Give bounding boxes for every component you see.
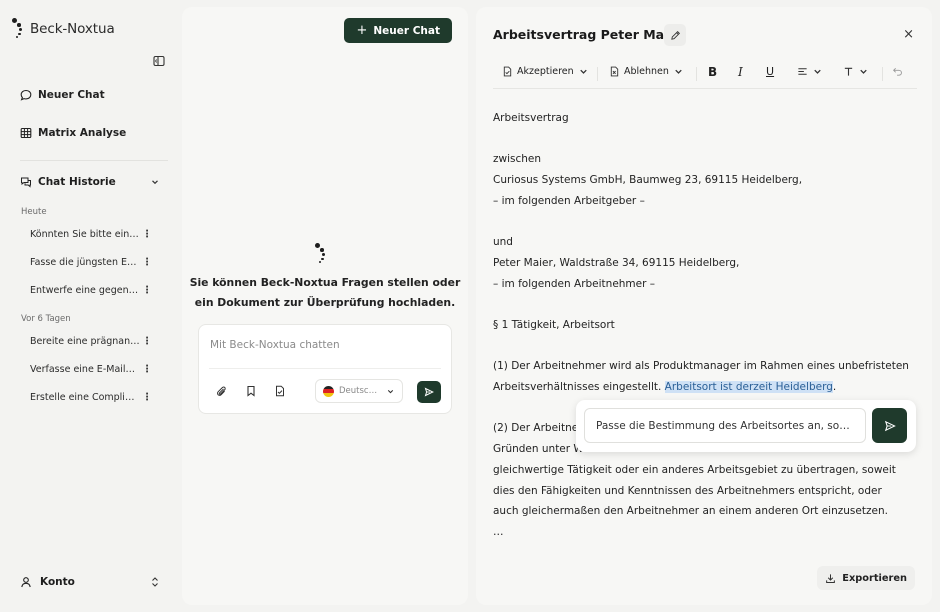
doc-line: (1) Der Arbeitnehmer wird als Produktman… <box>493 360 909 373</box>
document-body[interactable]: Arbeitsvertrag zwischen Curiosus Systems… <box>493 108 917 543</box>
inline-edit-popup <box>576 400 916 452</box>
highlighted-selection[interactable]: Arbeitsort ist derzeit Heidelberg <box>664 381 833 394</box>
language-select[interactable]: Deutsc… <box>315 379 403 403</box>
history-item[interactable]: Verfasse eine E-Mail… ⋮ <box>30 364 152 375</box>
chevron-down-icon <box>579 69 587 74</box>
account-label: Konto <box>40 576 75 588</box>
document-x-icon <box>610 66 619 77</box>
doc-line: dies den Fähigkeiten und Kenntnissen des… <box>493 484 882 497</box>
history-item[interactable]: Erstelle eine Compli… ⋮ <box>30 392 152 403</box>
document-check-icon <box>503 66 512 77</box>
document-panel: Arbeitsvertrag Peter Maier × Akzeptieren… <box>476 7 932 605</box>
chat-history-icon <box>21 177 31 188</box>
german-flag-icon <box>323 385 334 397</box>
new-chat-button[interactable]: + Neuer Chat <box>344 18 452 43</box>
chat-history-toggle[interactable]: Chat Historie <box>20 176 160 188</box>
italic-icon[interactable]: I <box>738 65 743 79</box>
empty-state-text: Sie können Beck-Noxtua Fragen stellen od… <box>189 276 461 309</box>
kebab-menu-icon[interactable]: ⋮ <box>142 336 152 347</box>
account-menu[interactable]: Konto <box>20 576 160 588</box>
doc-line: Arbeitsvertrag <box>493 112 569 124</box>
edit-title-button[interactable] <box>664 24 686 46</box>
send-button[interactable] <box>417 381 441 403</box>
doc-line: … <box>493 525 504 538</box>
history-group-label: Vor 6 Tagen <box>21 314 71 324</box>
edit-instruction-input[interactable] <box>584 408 866 443</box>
download-icon <box>826 573 836 583</box>
toolbar-divider <box>597 67 598 81</box>
doc-line: gleichwertige Tätigkeit oder ein anderes… <box>493 463 896 476</box>
underline-icon[interactable]: U <box>766 65 774 78</box>
text-type-icon <box>844 67 853 76</box>
kebab-menu-icon[interactable]: ⋮ <box>142 257 152 268</box>
app-name: Beck-Noxtua <box>30 21 115 37</box>
send-icon <box>884 420 896 431</box>
sidebar-item-new-chat[interactable]: Neuer Chat <box>20 89 105 101</box>
doc-line: und <box>493 236 513 249</box>
sidebar-collapse-icon[interactable] <box>153 55 165 67</box>
chat-panel: + Neuer Chat Sie können Beck-Noxtua Frag… <box>182 7 468 605</box>
editor-toolbar: Akzeptieren Ablehnen B I U <box>493 59 917 89</box>
kebab-menu-icon[interactable]: ⋮ <box>142 364 152 375</box>
chevron-down-icon <box>860 69 867 74</box>
chevron-down-icon <box>152 180 158 185</box>
reject-button[interactable]: Ablehnen <box>609 66 684 77</box>
sidebar-divider <box>20 160 168 161</box>
user-icon <box>21 577 31 588</box>
app-logo[interactable]: Beck-Noxtua <box>12 16 115 42</box>
history-item[interactable]: Könnten Sie bitte ein… ⋮ <box>30 229 152 240</box>
chat-input[interactable] <box>210 339 440 351</box>
document-title: Arbeitsvertrag Peter Maier <box>493 27 684 42</box>
history-group-label: Heute <box>21 207 47 217</box>
document-check-icon[interactable] <box>274 385 286 397</box>
doc-line: § 1 Tätigkeit, Arbeitsort <box>493 318 615 331</box>
chat-composer: Deutsc… <box>198 324 452 414</box>
align-dropdown[interactable] <box>797 66 823 77</box>
close-icon[interactable]: × <box>903 28 914 41</box>
history-item[interactable]: Fasse die jüngsten E… ⋮ <box>30 257 152 268</box>
chevron-down-icon <box>387 389 394 393</box>
sidebar-item-label: Neuer Chat <box>38 89 105 101</box>
doc-line: – im folgenden Arbeitnehmer – <box>493 277 656 290</box>
bookmark-icon[interactable] <box>245 385 257 397</box>
doc-line: Arbeitsverhältnisses eingestellt. Arbeit… <box>493 381 837 394</box>
paperclip-icon[interactable] <box>215 385 227 397</box>
logo-icon <box>12 16 26 42</box>
history-item[interactable]: Bereite eine prägnan… ⋮ <box>30 336 152 347</box>
logo-icon <box>315 241 329 267</box>
accept-button[interactable]: Akzeptieren <box>502 66 589 77</box>
undo-icon <box>893 67 902 76</box>
toolbar-divider <box>882 67 883 81</box>
text-style-dropdown[interactable] <box>843 66 869 77</box>
doc-line: – im folgenden Arbeitgeber – <box>493 194 645 207</box>
chat-bubble-icon <box>20 89 32 101</box>
align-left-icon <box>798 68 807 75</box>
popup-send-button[interactable] <box>872 408 907 443</box>
undo-button[interactable] <box>892 66 903 77</box>
sidebar: Beck-Noxtua Neuer Chat Matrix Analyse Ch… <box>0 0 176 612</box>
pencil-icon <box>670 30 680 40</box>
doc-line: Peter Maier, Waldstraße 34, 69115 Heidel… <box>493 256 740 269</box>
bold-icon[interactable]: B <box>708 65 717 79</box>
history-item[interactable]: Entwerfe eine gegen… ⋮ <box>30 285 152 296</box>
composer-divider <box>209 368 441 369</box>
chevron-down-icon <box>675 69 682 74</box>
chat-history-label: Chat Historie <box>38 176 116 188</box>
kebab-menu-icon[interactable]: ⋮ <box>142 285 152 296</box>
send-icon <box>424 387 434 397</box>
kebab-menu-icon[interactable]: ⋮ <box>142 392 152 403</box>
sidebar-item-label: Matrix Analyse <box>38 127 127 139</box>
doc-line: zwischen <box>493 153 542 166</box>
sidebar-item-matrix-analyse[interactable]: Matrix Analyse <box>20 127 126 139</box>
chevron-down-icon <box>814 69 821 74</box>
table-grid-icon <box>20 127 32 139</box>
plus-icon: + <box>356 23 368 38</box>
doc-line: auch gleichermaßen den Arbeitnehmer an e… <box>493 505 888 518</box>
export-button[interactable]: Exportieren <box>817 566 915 590</box>
doc-line: Curiosus Systems GmbH, Baumweg 23, 69115… <box>493 174 803 187</box>
chevron-up-down-icon <box>152 577 158 587</box>
toolbar-divider <box>696 67 697 81</box>
kebab-menu-icon[interactable]: ⋮ <box>142 229 152 240</box>
language-value: Deutsc… <box>339 386 378 396</box>
